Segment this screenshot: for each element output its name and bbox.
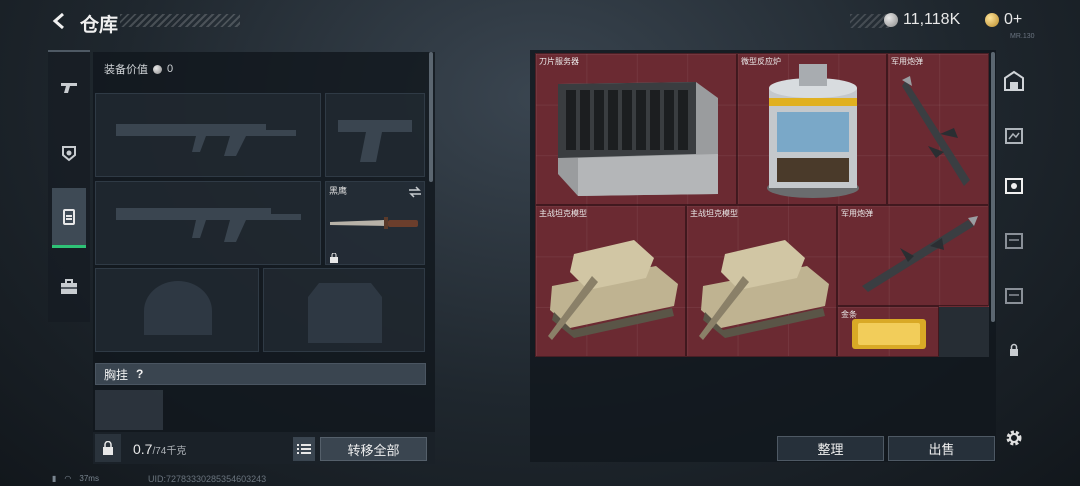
stash-scrollbar[interactable] xyxy=(991,52,995,322)
stash-item-military-shell[interactable]: 军用炮弹 xyxy=(837,205,989,306)
chest-rig-header[interactable]: 胸挂 ? xyxy=(95,363,426,385)
lock-icon xyxy=(330,253,338,263)
stash-item-tank-model[interactable]: 主战坦克模型 xyxy=(535,205,686,357)
category-tabs xyxy=(48,50,90,322)
missile-icon xyxy=(862,216,978,292)
stash-item-blade-server[interactable]: 刀片服务器 xyxy=(535,53,737,205)
back-button[interactable] xyxy=(48,9,72,33)
tab-weapons[interactable] xyxy=(52,70,86,104)
item-name: 微型反应炉 xyxy=(741,57,781,66)
item-name: 军用炮弹 xyxy=(841,209,873,218)
storage-tab-1[interactable] xyxy=(1000,122,1028,150)
item-name: 金条 xyxy=(841,310,857,319)
case-selected-icon xyxy=(1005,178,1023,194)
tab-rig[interactable] xyxy=(52,188,86,248)
case-icon xyxy=(1005,128,1023,144)
empty-stash-cell[interactable] xyxy=(939,307,989,357)
rifle-silhouette-icon xyxy=(116,124,296,156)
stash-item-micro-reactor[interactable]: 微型反应炉 xyxy=(737,53,887,205)
silver-amount: 11,118K xyxy=(903,11,961,28)
weight-max: /74千克 xyxy=(152,446,187,457)
locked-tab[interactable] xyxy=(1000,336,1028,364)
equipment-value-label: 装备价值 xyxy=(104,64,148,76)
item-name: 刀片服务器 xyxy=(539,57,579,66)
weight-display: 0.7/74千克 xyxy=(133,441,186,457)
tank-icon xyxy=(548,240,678,340)
carry-lock-button[interactable] xyxy=(95,434,121,462)
storage-tab-4[interactable] xyxy=(1000,282,1028,310)
equipment-value: 装备价值 0 xyxy=(104,61,173,77)
stash-item-tank-model[interactable]: 主战坦克模型 xyxy=(686,205,837,357)
stash-item-gold-bar[interactable]: 金条 xyxy=(837,306,939,357)
list-view-button[interactable] xyxy=(293,437,315,461)
silver-coin-icon xyxy=(153,64,162,74)
gold-currency[interactable]: 0+ xyxy=(985,11,1022,29)
help-icon[interactable]: ? xyxy=(136,367,143,381)
pistol-silhouette-icon xyxy=(338,120,412,162)
tank-icon xyxy=(699,240,829,340)
warehouse-tab[interactable] xyxy=(1000,67,1028,95)
helmet-icon xyxy=(62,146,76,162)
pistol-slot[interactable] xyxy=(325,93,425,177)
item-name: 军用炮弹 xyxy=(891,57,923,66)
tab-backpack[interactable] xyxy=(52,270,86,304)
case-icon xyxy=(1005,288,1023,304)
pistol-icon xyxy=(61,83,77,93)
armor-slot[interactable] xyxy=(263,268,425,352)
list-icon xyxy=(297,444,311,454)
back-arrow-icon xyxy=(52,12,64,30)
reactor-icon xyxy=(767,64,859,198)
battery-icon: ▮ xyxy=(52,474,57,483)
briefcase-icon xyxy=(61,279,77,294)
weight-current: 0.7 xyxy=(133,441,153,457)
storage-tab-3[interactable] xyxy=(1000,227,1028,255)
storage-tab-2[interactable] xyxy=(1000,172,1028,200)
title-decoration xyxy=(120,14,240,27)
sort-button[interactable]: 整理 xyxy=(777,436,884,461)
lock-icon xyxy=(103,441,113,455)
silver-coin-icon xyxy=(884,13,898,27)
knife-icon xyxy=(330,217,418,229)
wifi-icon: ◠ xyxy=(64,474,72,483)
vest-icon xyxy=(63,208,75,225)
gold-amount: 0+ xyxy=(1004,11,1023,28)
equipment-scrollbar[interactable] xyxy=(429,52,433,182)
stash-item-military-shell[interactable]: 军用炮弹 xyxy=(887,53,989,205)
page-title: 仓库 xyxy=(80,15,119,36)
chest-rig-label: 胸挂 xyxy=(104,367,129,382)
silver-currency[interactable]: 11,118K xyxy=(884,11,960,29)
armor-silhouette-icon xyxy=(308,283,382,343)
chest-rig-slot[interactable] xyxy=(95,390,163,430)
status-bar: ▮ ◠ 37ms xyxy=(52,474,99,483)
lock-icon xyxy=(1010,343,1018,356)
rifle-silhouette-icon xyxy=(116,208,301,242)
primary-weapon-slot[interactable] xyxy=(95,93,321,177)
helmet-slot[interactable] xyxy=(95,268,259,352)
secondary-weapon-slot[interactable] xyxy=(95,181,321,265)
gear-icon xyxy=(1006,430,1022,446)
equipment-value-amount: 0 xyxy=(167,63,174,75)
missile-icon xyxy=(902,76,970,186)
tab-armor[interactable] xyxy=(52,136,86,170)
transfer-all-button[interactable]: 转移全部 xyxy=(320,437,427,461)
item-name: 主战坦克模型 xyxy=(539,209,587,218)
version-label: MR.130 xyxy=(1010,33,1035,40)
warehouse-icon xyxy=(1004,70,1024,91)
gold-coin-icon xyxy=(985,13,999,27)
helmet-silhouette-icon xyxy=(144,281,212,335)
settings-button[interactable] xyxy=(1000,424,1028,452)
sell-button[interactable]: 出售 xyxy=(888,436,995,461)
server-icon xyxy=(558,82,718,196)
case-icon xyxy=(1005,233,1023,249)
ping-value: 37ms xyxy=(79,474,99,483)
melee-slot[interactable]: 黑鹰 xyxy=(325,181,425,265)
item-name: 主战坦克模型 xyxy=(690,209,738,218)
uid-label: UID:72783330285354603243 xyxy=(148,474,267,484)
